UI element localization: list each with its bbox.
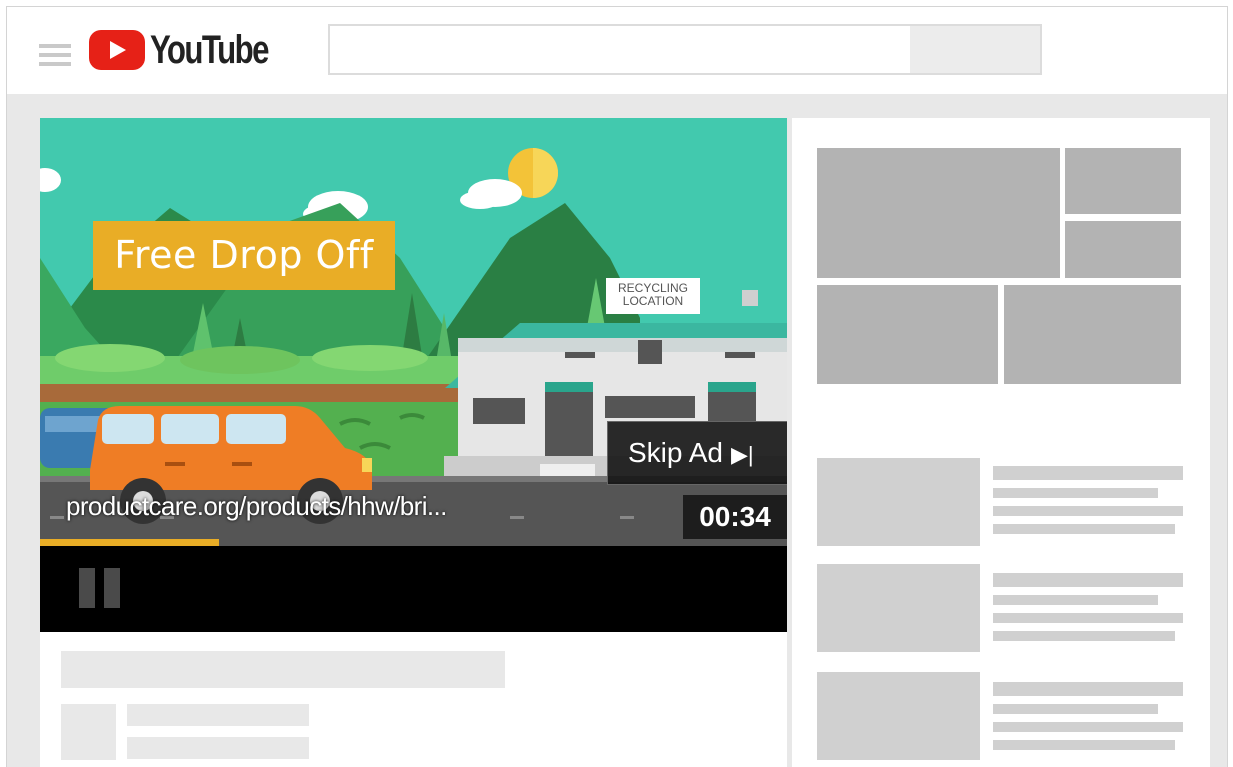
video-player[interactable]: Free Drop Off RECYCLING LOCATION Skip Ad… <box>40 118 787 632</box>
related-text-line <box>993 573 1183 587</box>
skip-next-icon: ▶| <box>730 442 754 467</box>
channel-avatar-placeholder <box>61 704 116 760</box>
related-thumbnail-placeholder <box>817 564 980 652</box>
youtube-logo[interactable]: YouTube <box>89 27 301 73</box>
related-text-line <box>993 704 1158 714</box>
related-text-line <box>993 682 1183 696</box>
ad-url-link[interactable]: productcare.org/products/hhw/bri... <box>66 491 447 522</box>
related-text-line <box>993 595 1158 605</box>
search-input[interactable] <box>328 24 1042 75</box>
progress-bar[interactable] <box>40 539 787 546</box>
ad-banner-text: Free Drop Off <box>93 221 395 290</box>
related-text-line <box>993 466 1183 480</box>
play-logo-icon <box>89 30 145 70</box>
companion-ad-tile <box>1065 221 1181 278</box>
logo-text: YouTube <box>150 27 269 72</box>
related-text-line <box>993 506 1183 516</box>
search-button[interactable] <box>910 26 1040 73</box>
channel-meta-placeholder <box>127 737 309 759</box>
skip-ad-label: Skip Ad <box>628 437 723 468</box>
related-text-line <box>993 631 1175 641</box>
companion-ad-tile <box>817 148 1060 278</box>
player-controls <box>40 546 787 632</box>
related-thumbnail-placeholder <box>817 458 980 546</box>
recycling-sign: RECYCLING LOCATION <box>606 278 700 314</box>
skip-ad-button[interactable]: Skip Ad ▶| <box>607 421 787 485</box>
channel-name-placeholder <box>127 704 309 726</box>
sign-line-2: LOCATION <box>622 294 684 308</box>
companion-ad-tile <box>1004 285 1181 384</box>
companion-ad-tile <box>817 285 998 384</box>
masthead: YouTube <box>7 7 1227 94</box>
related-text-line <box>993 488 1158 498</box>
ad-countdown-timer: 00:34 <box>683 495 787 539</box>
related-text-line <box>993 613 1183 623</box>
companion-ad-tile <box>1065 148 1181 214</box>
progress-bar-fill <box>40 539 220 546</box>
related-text-line <box>993 722 1183 732</box>
related-text-line <box>993 524 1175 534</box>
pause-icon[interactable] <box>79 568 121 608</box>
video-title-placeholder <box>61 651 505 688</box>
related-thumbnail-placeholder <box>817 672 980 760</box>
related-text-line <box>993 740 1175 750</box>
menu-icon[interactable] <box>39 42 71 68</box>
